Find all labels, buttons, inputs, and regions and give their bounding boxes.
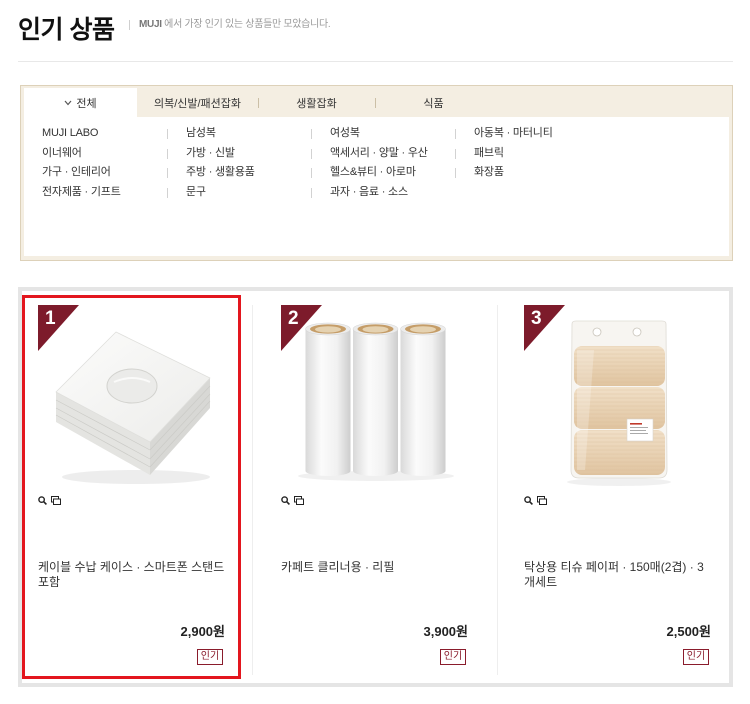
tab-household-goods[interactable]: 생활잡화 — [258, 88, 375, 118]
zoom-icon[interactable] — [38, 496, 47, 505]
rank-number: 3 — [531, 308, 542, 329]
preview-window-icon[interactable] — [294, 496, 304, 505]
tab-all[interactable]: 전체 — [24, 88, 137, 118]
tab-label: 식품 — [423, 98, 444, 110]
category-link-furniture-interior[interactable]: 가구 · 인테리어 — [42, 163, 182, 183]
product-name[interactable]: 카페트 클리너용 · 리필 — [281, 560, 468, 575]
product-card-3[interactable]: 3 탁상용 티슈 페이퍼 · 150매(2겹) · 3개세트 2,500원 인기 — [524, 305, 711, 675]
popular-badge: 인기 — [197, 649, 223, 665]
page-title: 인기 상품 — [18, 16, 115, 44]
category-link-fabric[interactable]: 패브릭 — [455, 144, 614, 164]
category-list-panel: MUJI LABO 이너웨어 가구 · 인테리어 전자제품 · 기프트 남성복 … — [24, 117, 729, 256]
category-link-men[interactable]: 남성복 — [167, 124, 326, 144]
category-link-women[interactable]: 여성복 — [311, 124, 470, 144]
category-link-muji-labo[interactable]: MUJI LABO — [42, 124, 182, 144]
category-link-snacks-drinks-sauce[interactable]: 과자 · 음료 · 소스 — [311, 183, 470, 203]
popular-badge: 인기 — [683, 649, 709, 665]
category-column: 남성복 가방 · 신발 주방 · 생활용품 문구 — [167, 124, 326, 203]
subtitle-text: 에서 가장 인기 있는 상품들만 모았습니다. — [161, 19, 331, 30]
category-link-health-beauty-aroma[interactable]: 헬스&뷰티 · 아로마 — [311, 163, 470, 183]
category-link-stationery[interactable]: 문구 — [167, 183, 326, 203]
product-actions — [38, 496, 68, 506]
category-column: MUJI LABO 이너웨어 가구 · 인테리어 전자제품 · 기프트 — [42, 124, 182, 202]
product-price: 2,900원 — [180, 624, 226, 639]
category-column: 여성복 액세서리 · 양말 · 우산 헬스&뷰티 · 아로마 과자 · 음료 ·… — [311, 124, 470, 203]
category-filter-box: 전체 의복/신발/패션잡화 생활잡화 식품 MUJI LABO 이너웨어 가구 … — [20, 85, 733, 261]
zoom-icon[interactable] — [524, 496, 533, 505]
category-link-cosmetics[interactable]: 화장품 — [455, 163, 614, 183]
tab-clothing-shoes-fashion[interactable]: 의복/신발/패션잡화 — [137, 88, 258, 118]
rank-number: 2 — [288, 308, 299, 329]
product-name[interactable]: 탁상용 티슈 페이퍼 · 150매(2겹) · 3개세트 — [524, 560, 711, 590]
product-price: 3,900원 — [423, 624, 469, 639]
product-card-2[interactable]: 2 카페트 클리너용 · 리필 3,900원 인기 — [281, 305, 468, 675]
popular-badge: 인기 — [440, 649, 466, 665]
card-divider — [497, 305, 498, 675]
rank-number: 1 — [45, 308, 56, 329]
preview-window-icon[interactable] — [537, 496, 547, 505]
product-actions — [524, 496, 554, 506]
tab-label: 생활잡화 — [296, 98, 337, 110]
category-link-electronics-gift[interactable]: 전자제품 · 기프트 — [42, 183, 182, 203]
roll — [400, 322, 446, 476]
preview-window-icon[interactable] — [51, 496, 61, 505]
zoom-icon[interactable] — [281, 496, 290, 505]
subtitle-brand: MUJI — [139, 19, 162, 30]
rank-badge: 2 — [281, 305, 322, 351]
category-link-kitchen-living[interactable]: 주방 · 생활용품 — [167, 163, 326, 183]
page-subtitle: MUJI 에서 가장 인기 있는 상품들만 모았습니다. — [139, 18, 331, 32]
tab-food[interactable]: 식품 — [375, 88, 492, 118]
category-link-kids-maternity[interactable]: 아동복 · 마터니티 — [455, 124, 614, 144]
product-actions — [281, 496, 311, 506]
tab-label: 전체 — [76, 98, 97, 110]
card-divider — [252, 305, 253, 675]
category-link-bags-shoes[interactable]: 가방 · 신발 — [167, 144, 326, 164]
category-link-accessories-socks-umbrella[interactable]: 액세서리 · 양말 · 우산 — [311, 144, 470, 164]
title-divider — [129, 20, 130, 30]
roll — [352, 322, 399, 476]
product-name[interactable]: 케이블 수납 케이스 · 스마트폰 스탠드 포함 — [38, 560, 225, 590]
header-divider — [18, 61, 733, 62]
category-column: 아동복 · 마터니티 패브릭 화장품 — [455, 124, 614, 183]
product-price: 2,500원 — [666, 624, 712, 639]
tab-label: 의복/신발/패션잡화 — [153, 98, 242, 110]
chevron-down-icon — [64, 100, 72, 106]
product-card-1[interactable]: 1 케이블 수납 케이스 · 스마트폰 스탠드 포함 2,900원 인기 — [38, 305, 225, 675]
category-link-innerwear[interactable]: 이너웨어 — [42, 144, 182, 164]
rank-badge: 3 — [524, 305, 565, 351]
rank-badge: 1 — [38, 305, 79, 351]
